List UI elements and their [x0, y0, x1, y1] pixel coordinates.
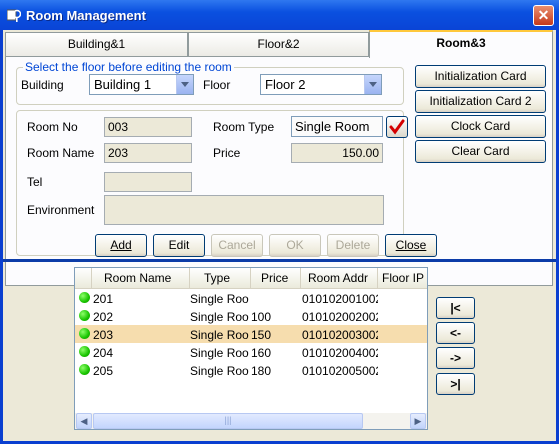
- window-close-button[interactable]: ✕: [533, 5, 554, 26]
- room-type-picker-button[interactable]: [386, 116, 408, 138]
- column-header-room-name[interactable]: Room Name: [92, 268, 190, 288]
- table-row[interactable]: 205 Single Room180 010102005002: [75, 361, 427, 379]
- room-management-window: Room Management ✕ Building&1 Floor&2 Roo…: [0, 0, 559, 444]
- table-cell-name: 204: [93, 346, 114, 360]
- table-cell-addr: 010102005002: [302, 364, 378, 378]
- table-cell-name: 203: [93, 328, 114, 342]
- table-row[interactable]: 204 Single Room160 010102004002: [75, 343, 427, 361]
- checkmark-icon: [389, 119, 405, 135]
- table-cell-ip: [379, 325, 427, 343]
- table-cell-name: 205: [93, 364, 114, 378]
- horizontal-scrollbar[interactable]: ◀ ||| ▶: [75, 413, 427, 429]
- tab-floor[interactable]: Floor&2: [188, 32, 369, 56]
- initialization-card-2-button[interactable]: Initialization Card 2: [415, 90, 546, 113]
- building-label: Building: [21, 78, 64, 92]
- room-type-field[interactable]: Single Room: [291, 116, 383, 137]
- table-cell-type: Single Room: [190, 328, 249, 342]
- table-cell-name: 202: [93, 310, 114, 324]
- cancel-button[interactable]: Cancel: [211, 234, 263, 257]
- price-label: Price: [213, 146, 241, 160]
- delete-button[interactable]: Delete: [327, 234, 379, 257]
- room-name-label: Room Name: [27, 146, 95, 160]
- add-button[interactable]: Add: [95, 234, 147, 257]
- section-divider: [3, 259, 556, 262]
- column-header-type[interactable]: Type: [190, 268, 251, 288]
- table-cell-price: 160: [251, 346, 272, 360]
- column-header-room-addr[interactable]: Room Addr: [301, 268, 378, 288]
- table-cell-type: Single Room: [190, 292, 249, 306]
- chevron-down-icon[interactable]: [364, 75, 381, 94]
- table-cell-ip: [379, 289, 427, 307]
- tab-room[interactable]: Room&3: [369, 30, 553, 58]
- column-header-floor-ip[interactable]: Floor IP: [378, 268, 427, 288]
- floor-select-legend: Select the floor before editing the room: [23, 60, 234, 74]
- close-button-label: Close: [395, 238, 427, 252]
- column-header-price[interactable]: Price: [251, 268, 301, 288]
- table-cell-price: 150: [251, 328, 272, 342]
- table-cell-addr: 010102003002: [302, 328, 378, 342]
- clock-card-button[interactable]: Clock Card: [415, 115, 546, 138]
- floor-select-value: Floor 2: [265, 77, 306, 92]
- environment-field[interactable]: [104, 195, 384, 225]
- table-cell-name: 201: [93, 292, 114, 306]
- table-row[interactable]: 203 Single Room150 010102003002: [75, 325, 427, 343]
- tab-building[interactable]: Building&1: [5, 32, 188, 56]
- next-record-button[interactable]: ->: [436, 347, 475, 369]
- table-cell-price: 100: [251, 310, 272, 324]
- building-select[interactable]: Building 1: [89, 74, 194, 95]
- window-title: Room Management: [26, 8, 146, 23]
- table-row[interactable]: 202 Single Room100 010102002002: [75, 307, 427, 325]
- price-field[interactable]: 150.00: [291, 143, 383, 163]
- scroll-left-icon[interactable]: ◀: [76, 413, 92, 429]
- status-online-icon: [79, 364, 90, 375]
- floor-select-group: Select the floor before editing the room…: [16, 60, 404, 105]
- table-cell-price: [251, 289, 301, 307]
- table-cell-ip: [379, 361, 427, 379]
- first-record-button[interactable]: |<: [436, 297, 475, 319]
- scroll-right-icon[interactable]: ▶: [410, 413, 426, 429]
- floor-label: Floor: [203, 78, 231, 92]
- add-button-label: Add: [110, 238, 132, 252]
- table-cell-addr: 010102001002: [302, 292, 378, 306]
- grid-header: Room Name Type Price Room Addr Floor IP: [75, 268, 427, 289]
- table-cell-ip: [379, 307, 427, 325]
- room-type-label: Room Type: [213, 120, 275, 134]
- app-icon: [7, 9, 21, 22]
- table-cell-type: Single Room: [190, 364, 249, 378]
- table-cell-ip: [379, 343, 427, 361]
- last-record-button[interactable]: >|: [436, 373, 475, 395]
- tel-field[interactable]: [104, 172, 192, 192]
- table-cell-addr: 010102002002: [302, 310, 378, 324]
- room-no-field[interactable]: 003: [104, 117, 192, 137]
- status-online-icon: [79, 346, 90, 357]
- building-select-value: Building 1: [94, 77, 152, 92]
- chevron-down-icon[interactable]: [176, 75, 193, 94]
- room-name-field[interactable]: 203: [104, 143, 192, 163]
- scroll-thumb[interactable]: |||: [93, 413, 363, 429]
- environment-label: Environment: [27, 203, 95, 217]
- previous-record-button[interactable]: <-: [436, 322, 475, 344]
- close-button[interactable]: Close: [385, 234, 437, 257]
- table-cell-price: 180: [251, 364, 272, 378]
- status-online-icon: [79, 328, 90, 339]
- room-no-label: Room No: [27, 120, 78, 134]
- initialization-card-button[interactable]: Initialization Card: [415, 65, 546, 88]
- edit-button[interactable]: Edit: [153, 234, 205, 257]
- table-cell-addr: 010102004002: [302, 346, 378, 360]
- ok-button[interactable]: OK: [269, 234, 321, 257]
- tel-label: Tel: [27, 175, 43, 189]
- title-bar[interactable]: Room Management ✕: [0, 0, 559, 30]
- table-cell-type: Single Room: [190, 346, 249, 360]
- status-online-icon: [79, 292, 90, 303]
- rooms-grid[interactable]: Room Name Type Price Room Addr Floor IP …: [74, 267, 428, 430]
- table-row[interactable]: 201 Single Room 010102001002: [75, 289, 427, 307]
- grid-header-indicator: [75, 268, 92, 288]
- table-cell-type: Single Room: [190, 310, 249, 324]
- floor-select[interactable]: Floor 2: [260, 74, 382, 95]
- clear-card-button[interactable]: Clear Card: [415, 140, 546, 163]
- status-online-icon: [79, 310, 90, 321]
